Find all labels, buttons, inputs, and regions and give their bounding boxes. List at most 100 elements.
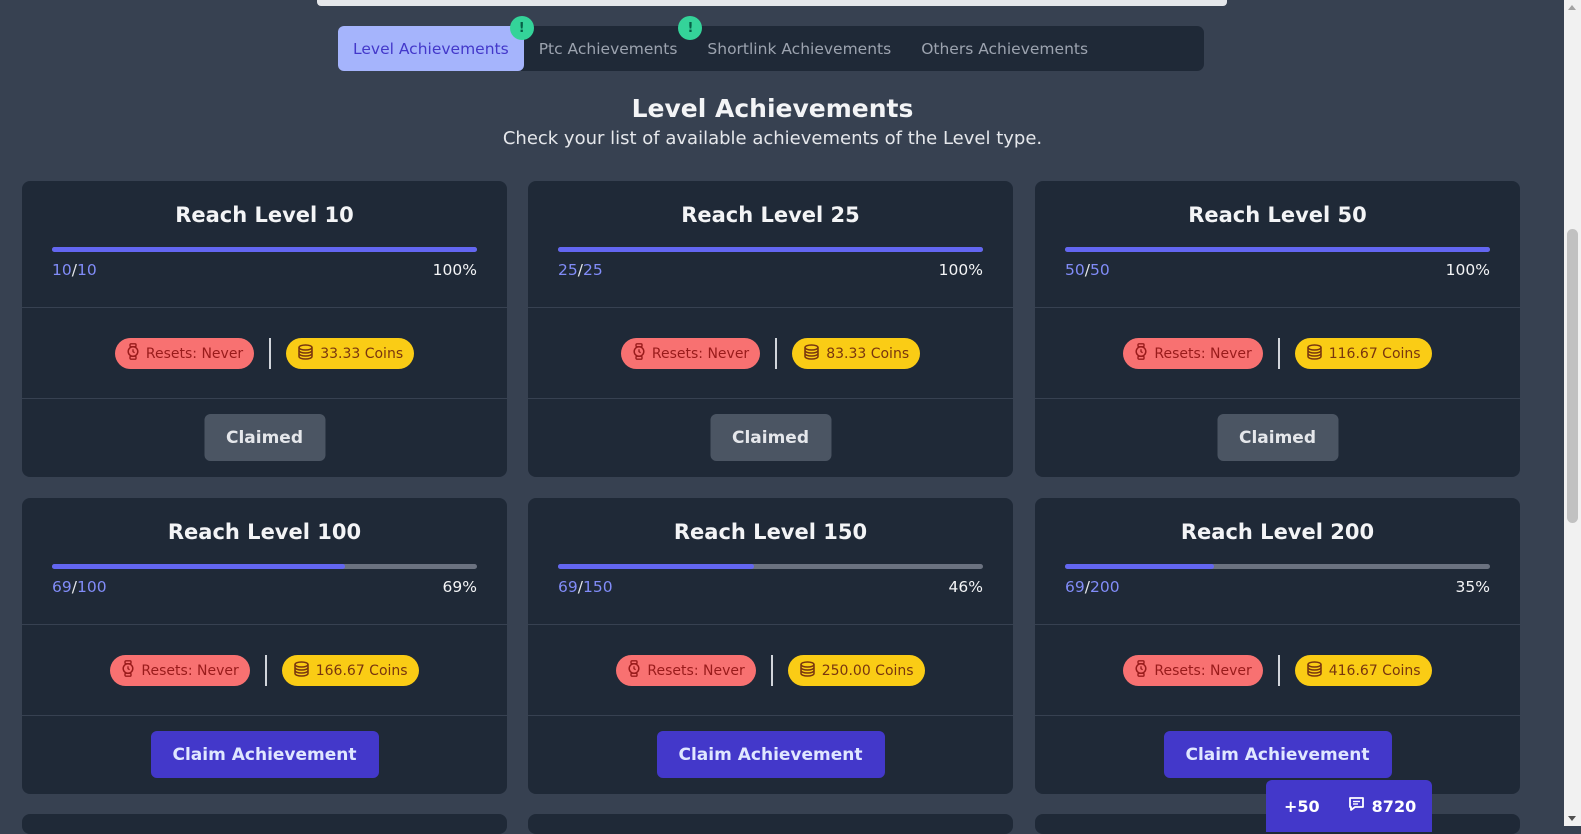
progress-target: 100 xyxy=(76,578,107,596)
progress-count: 69/150 xyxy=(558,578,613,596)
tab-shortlink-achievements[interactable]: Shortlink Achievements xyxy=(692,26,906,71)
resets-badge: Resets: Never xyxy=(1123,655,1263,686)
progress-bar xyxy=(558,247,983,252)
resets-label: Resets: Never xyxy=(647,662,745,679)
achievement-info: Resets: Never 166.67 Coins xyxy=(22,655,507,686)
achievement-info: Resets: Never 33.33 Coins xyxy=(22,338,507,369)
reward-label: 416.67 Coins xyxy=(1328,662,1421,679)
coins-icon xyxy=(297,343,320,364)
card-partial xyxy=(528,814,1013,834)
progress-current: 25 xyxy=(558,261,578,279)
progress-text: 69/100 69% xyxy=(52,578,477,596)
watch-icon xyxy=(627,660,647,681)
resets-badge: Resets: Never xyxy=(110,655,250,686)
claim-achievement-button[interactable]: Claim Achievement xyxy=(656,731,885,778)
divider xyxy=(1035,307,1520,308)
divider xyxy=(528,715,1013,716)
page-subtitle: Check your list of available achievement… xyxy=(502,128,1043,149)
coins-icon xyxy=(1306,660,1329,681)
progress-target: 25 xyxy=(582,261,603,279)
achievement-info: Resets: Never 116.67 Coins xyxy=(1035,338,1520,369)
achievement-card: Reach Level 10 10/10 100% Resets: Never 33.3… xyxy=(22,181,507,477)
achievement-card: Reach Level 150 69/150 46% Resets: Never 250… xyxy=(528,498,1013,794)
progress-text: 50/50 100% xyxy=(1065,261,1490,279)
progress-bar xyxy=(52,564,477,569)
achievement-tabs: Level Achievements ! Ptc Achievements ! … xyxy=(338,16,1204,71)
progress-percent: 35% xyxy=(1455,578,1490,596)
claimed-button[interactable]: Claimed xyxy=(1216,414,1339,461)
divider xyxy=(1035,398,1520,399)
progress-current: 69 xyxy=(1065,578,1085,596)
chat-bonus: +50 xyxy=(1284,796,1320,816)
tab-label: Ptc Achievements xyxy=(538,39,678,58)
resets-label: Resets: Never xyxy=(1154,345,1252,362)
coins-icon xyxy=(799,660,822,681)
achievement-card: Reach Level 25 25/25 100% Resets: Never 83.3… xyxy=(528,181,1013,477)
progress-bar xyxy=(558,564,983,569)
achievement-title: Reach Level 50 xyxy=(1188,203,1367,227)
divider xyxy=(1277,655,1280,686)
tab-label: Shortlink Achievements xyxy=(707,39,892,58)
progress-percent: 69% xyxy=(442,578,477,596)
tab-label: Level Achievements xyxy=(353,39,509,58)
progress-current: 50 xyxy=(1065,261,1085,279)
scroll-down-icon[interactable] xyxy=(1568,816,1576,821)
progress-text: 69/200 35% xyxy=(1065,578,1490,596)
progress-percent: 46% xyxy=(948,578,983,596)
achievement-card: Reach Level 100 69/100 69% Resets: Never 166… xyxy=(22,498,507,794)
coins-icon xyxy=(293,660,316,681)
divider xyxy=(528,398,1013,399)
reward-label: 166.67 Coins xyxy=(315,662,408,679)
tab-level-achievements[interactable]: Level Achievements ! xyxy=(338,16,534,71)
coins-icon xyxy=(803,343,826,364)
progress-count: 69/100 xyxy=(52,578,107,596)
tab-others-achievements[interactable]: Others Achievements xyxy=(906,26,1103,71)
watch-icon xyxy=(632,343,652,364)
scroll-up-icon[interactable] xyxy=(1568,5,1576,10)
progress-fill xyxy=(558,247,983,252)
divider xyxy=(22,307,507,308)
coins-icon xyxy=(1306,343,1329,364)
reward-badge: 166.67 Coins xyxy=(281,655,419,686)
resets-label: Resets: Never xyxy=(1154,662,1252,679)
progress-count: 25/25 xyxy=(558,261,603,279)
progress-target: 200 xyxy=(1089,578,1120,596)
divider xyxy=(1277,338,1280,369)
progress-current: 69 xyxy=(52,578,72,596)
top-search-bar[interactable] xyxy=(317,0,1227,6)
card-partial xyxy=(22,814,507,834)
scrollbar[interactable] xyxy=(1564,0,1581,826)
page-title: Level Achievements xyxy=(631,94,914,123)
achievement-title: Reach Level 200 xyxy=(1180,520,1375,544)
claimed-button[interactable]: Claimed xyxy=(203,414,326,461)
progress-bar xyxy=(1065,564,1490,569)
claimed-button[interactable]: Claimed xyxy=(709,414,832,461)
achievement-title: Reach Level 25 xyxy=(681,203,860,227)
progress-target: 10 xyxy=(76,261,97,279)
progress-bar xyxy=(52,247,477,252)
progress-fill xyxy=(1065,247,1490,252)
chat-widget[interactable]: +50 8720 xyxy=(1266,780,1432,832)
tab-ptc-achievements[interactable]: Ptc Achievements ! xyxy=(524,16,703,71)
reward-badge: 33.33 Coins xyxy=(286,338,415,369)
resets-label: Resets: Never xyxy=(141,662,239,679)
divider xyxy=(269,338,272,369)
reward-label: 250.00 Coins xyxy=(821,662,914,679)
progress-current: 69 xyxy=(558,578,578,596)
watch-icon xyxy=(121,660,141,681)
divider xyxy=(1035,715,1520,716)
achievement-title: Reach Level 10 xyxy=(175,203,354,227)
divider xyxy=(22,715,507,716)
claim-achievement-button[interactable]: Claim Achievement xyxy=(1163,731,1392,778)
progress-fill xyxy=(558,564,754,569)
progress-target: 150 xyxy=(582,578,613,596)
scroll-thumb[interactable] xyxy=(1567,229,1578,523)
progress-count: 69/200 xyxy=(1065,578,1120,596)
resets-label: Resets: Never xyxy=(145,345,244,362)
claim-achievement-button[interactable]: Claim Achievement xyxy=(150,731,379,778)
achievement-info: Resets: Never 250.00 Coins xyxy=(528,655,1013,686)
progress-current: 10 xyxy=(52,261,72,279)
reward-badge: 416.67 Coins xyxy=(1294,655,1432,686)
divider xyxy=(528,307,1013,308)
divider xyxy=(264,655,267,686)
